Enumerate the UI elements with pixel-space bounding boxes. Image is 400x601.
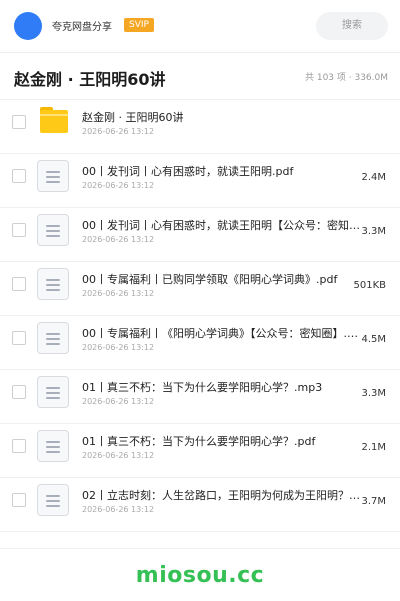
file-date: 2026-06-26 13:12: [82, 505, 155, 514]
document-icon: [37, 430, 69, 462]
file-date: 2026-06-26 13:12: [82, 235, 155, 244]
file-size: 501KB: [353, 280, 386, 291]
file-name: 00丨专属福利丨已购同学领取《阳明心学词典》.pdf: [82, 273, 338, 286]
file-name: 00丨发刊词丨心有困惑时，就读王阳明.pdf: [82, 165, 294, 178]
row-checkbox[interactable]: [12, 385, 26, 399]
file-name: 00丨发刊词丨心有困惑时，就读王阳明【公众号：密知圈】.mp3: [82, 219, 360, 232]
list-item[interactable]: 赵金刚 · 王阳明60讲 2026-06-26 13:12: [0, 100, 400, 154]
file-size: 2.1M: [361, 442, 386, 453]
footer: miosou.cc: [0, 548, 400, 601]
file-size: 2.4M: [361, 172, 386, 183]
list-item[interactable]: 02丨立志时刻：人生岔路口，王阳明为何成为王阳明？.mp3 2026-06-26…: [0, 478, 400, 532]
file-list: 赵金刚 · 王阳明60讲 2026-06-26 13:12 00丨发刊词丨心有困…: [0, 100, 400, 532]
file-date: 2026-06-26 13:12: [82, 289, 155, 298]
page-title: 赵金刚 · 王阳明60讲: [14, 70, 166, 89]
file-size: 4.5M: [361, 334, 386, 345]
file-size: 3.3M: [361, 226, 386, 237]
list-item[interactable]: 01丨真三不朽：当下为什么要学阳明心学？.pdf 2026-06-26 13:1…: [0, 424, 400, 478]
document-icon: [37, 160, 69, 192]
folder-icon: [40, 107, 68, 133]
file-name: 01丨真三不朽：当下为什么要学阳明心学？.pdf: [82, 435, 316, 448]
row-checkbox[interactable]: [12, 223, 26, 237]
file-date: 2026-06-26 13:12: [82, 343, 155, 352]
document-icon: [37, 268, 69, 300]
list-item[interactable]: 00丨发刊词丨心有困惑时，就读王阳明.pdf 2026-06-26 13:12 …: [0, 154, 400, 208]
list-item[interactable]: 00丨专属福利丨已购同学领取《阳明心学词典》.pdf 2026-06-26 13…: [0, 262, 400, 316]
file-size: 3.7M: [361, 496, 386, 507]
file-date: 2026-06-26 13:12: [82, 451, 155, 460]
document-icon: [37, 376, 69, 408]
sharer-name[interactable]: 夸克网盘分享: [52, 18, 112, 33]
document-icon: [37, 322, 69, 354]
row-checkbox[interactable]: [12, 115, 26, 129]
top-bar: 夸克网盘分享 SVIP 搜索: [0, 0, 400, 53]
document-icon: [37, 484, 69, 516]
file-size: 3.3M: [361, 388, 386, 399]
file-name: 01丨真三不朽：当下为什么要学阳明心学？.mp3: [82, 381, 323, 394]
row-checkbox[interactable]: [12, 277, 26, 291]
row-checkbox[interactable]: [12, 331, 26, 345]
file-name: 赵金刚 · 王阳明60讲: [82, 111, 184, 124]
list-item[interactable]: 01丨真三不朽：当下为什么要学阳明心学？.mp3 2026-06-26 13:1…: [0, 370, 400, 424]
item-summary: 共 103 项 · 336.0M: [304, 73, 388, 83]
row-checkbox[interactable]: [12, 439, 26, 453]
list-item[interactable]: 00丨专属福利丨《阳明心学词典》【公众号：密知圈】.mp3 2026-06-26…: [0, 316, 400, 370]
site-watermark: miosou.cc: [135, 563, 265, 588]
avatar[interactable]: [14, 12, 42, 40]
folder-header: 赵金刚 · 王阳明60讲 共 103 项 · 336.0M: [0, 53, 400, 100]
list-item[interactable]: 00丨发刊词丨心有困惑时，就读王阳明【公众号：密知圈】.mp3 2026-06-…: [0, 208, 400, 262]
file-name: 02丨立志时刻：人生岔路口，王阳明为何成为王阳明？.mp3: [82, 489, 360, 502]
file-date: 2026-06-26 13:12: [82, 127, 155, 136]
file-name: 00丨专属福利丨《阳明心学词典》【公众号：密知圈】.mp3: [82, 327, 360, 340]
svip-badge: SVIP: [124, 18, 154, 32]
document-icon: [37, 214, 69, 246]
row-checkbox[interactable]: [12, 493, 26, 507]
row-checkbox[interactable]: [12, 169, 26, 183]
file-date: 2026-06-26 13:12: [82, 397, 155, 406]
search-input[interactable]: 搜索: [316, 12, 388, 40]
file-date: 2026-06-26 13:12: [82, 181, 155, 190]
